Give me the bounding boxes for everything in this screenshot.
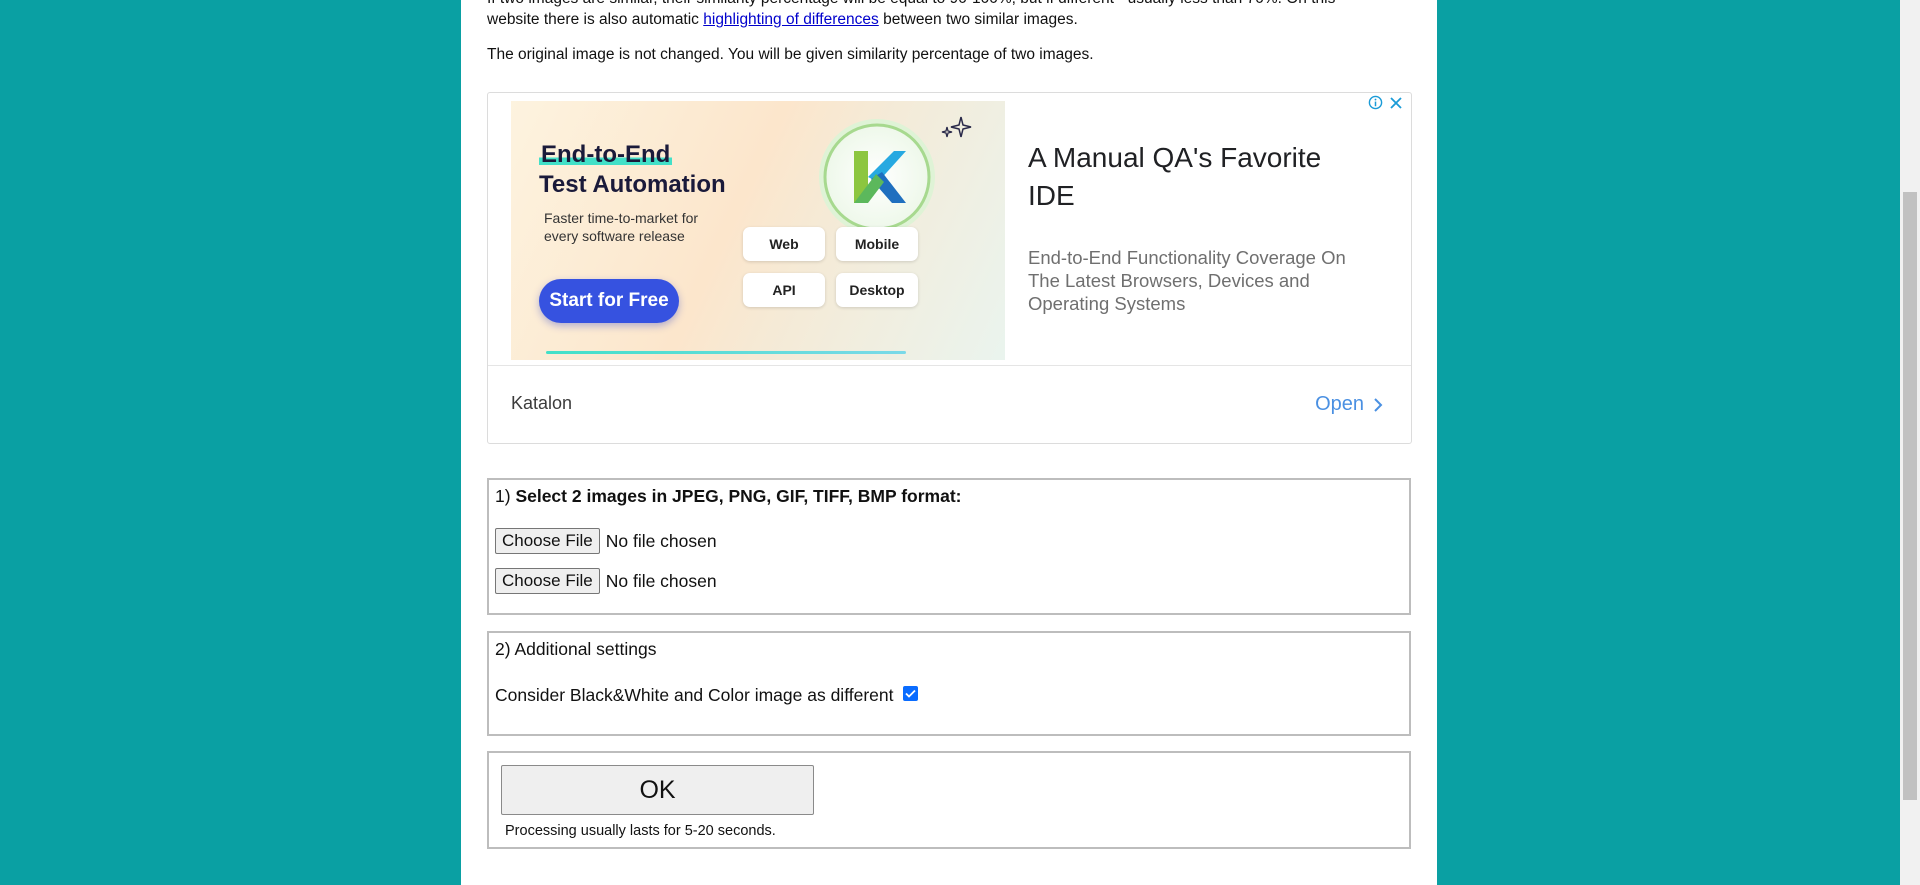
original-image-note: The original image is not changed. You w… xyxy=(487,46,1094,63)
bw-color-checkbox[interactable] xyxy=(903,686,919,701)
intro-suffix: between two similar images. xyxy=(878,11,1078,28)
additional-settings-section: 2) Additional settings Consider Black&Wh… xyxy=(487,631,1411,736)
ad-info-icon[interactable] xyxy=(1368,95,1383,110)
choose-file-button-1[interactable]: Choose File xyxy=(495,528,600,554)
bw-color-label: Consider Black&White and Color image as … xyxy=(495,685,894,705)
intro-line-1: If two images are similar, their similar… xyxy=(487,0,1411,9)
highlighting-differences-link[interactable]: highlighting of differences xyxy=(703,11,879,28)
step1-heading: Select 2 images in JPEG, PNG, GIF, TIFF,… xyxy=(515,486,962,506)
intro-text: If two images are similar, their similar… xyxy=(487,0,1411,30)
intro-prefix: website there is also automatic xyxy=(487,11,704,28)
creative-subtitle: Faster time-to-market for every software… xyxy=(544,210,699,244)
submit-section: OK Processing usually lasts for 5-20 sec… xyxy=(487,751,1411,849)
step2-title: 2) Additional settings xyxy=(495,639,657,659)
file-input-1: Choose File No file chosen xyxy=(495,528,717,554)
select-images-section: 1) Select 2 images in JPEG, PNG, GIF, TI… xyxy=(487,478,1411,615)
katalon-logo-icon xyxy=(819,119,935,235)
ad-open-label: Open xyxy=(1315,393,1364,415)
file-status-1: No file chosen xyxy=(605,530,717,551)
chevron-right-icon xyxy=(1374,397,1383,412)
choose-file-button-2[interactable]: Choose File xyxy=(495,568,600,594)
ad-description: End-to-End Functionality Coverage On The… xyxy=(1028,247,1346,314)
file-input-2: Choose File No file chosen xyxy=(495,568,717,594)
step1-number: 1) xyxy=(495,486,511,506)
checkmark-icon xyxy=(905,689,917,698)
chip-desktop: Desktop xyxy=(836,273,918,307)
ok-button[interactable]: OK xyxy=(501,765,814,815)
advertisement[interactable]: End-to-End Test Automation Faster time-t… xyxy=(487,92,1412,444)
ad-creative-image[interactable]: End-to-End Test Automation Faster time-t… xyxy=(511,101,1005,360)
ad-open-button[interactable]: Open xyxy=(1315,393,1383,416)
chip-mobile: Mobile xyxy=(836,227,918,261)
chip-api: API xyxy=(743,273,825,307)
intro-line-2: website there is also automatic highligh… xyxy=(487,9,1411,30)
bw-color-option: Consider Black&White and Color image as … xyxy=(495,685,919,706)
chip-web: Web xyxy=(743,227,825,261)
ad-controls xyxy=(1368,95,1403,110)
start-for-free-button[interactable]: Start for Free xyxy=(539,279,679,323)
ad-close-icon[interactable] xyxy=(1389,96,1403,110)
scrollbar-thumb[interactable] xyxy=(1903,192,1917,800)
creative-title-highlight: End-to-End xyxy=(539,141,673,169)
ad-advertiser-name[interactable]: Katalon xyxy=(511,393,572,414)
step1-title: 1) Select 2 images in JPEG, PNG, GIF, TI… xyxy=(495,486,961,507)
creative-title-line-2: Test Automation xyxy=(539,171,726,198)
processing-note: Processing usually lasts for 5-20 second… xyxy=(505,823,776,839)
creative-accent-line xyxy=(546,351,906,354)
page-scrollbar[interactable] xyxy=(1900,0,1920,885)
ad-headline[interactable]: A Manual QA's Favorite IDE xyxy=(1028,139,1358,215)
page-container: If two images are similar, their similar… xyxy=(461,0,1437,885)
sparkle-icon xyxy=(941,116,972,138)
file-status-2: No file chosen xyxy=(605,570,717,591)
ad-divider xyxy=(488,365,1411,366)
creative-title-highlight-text: End-to-End xyxy=(539,141,673,168)
